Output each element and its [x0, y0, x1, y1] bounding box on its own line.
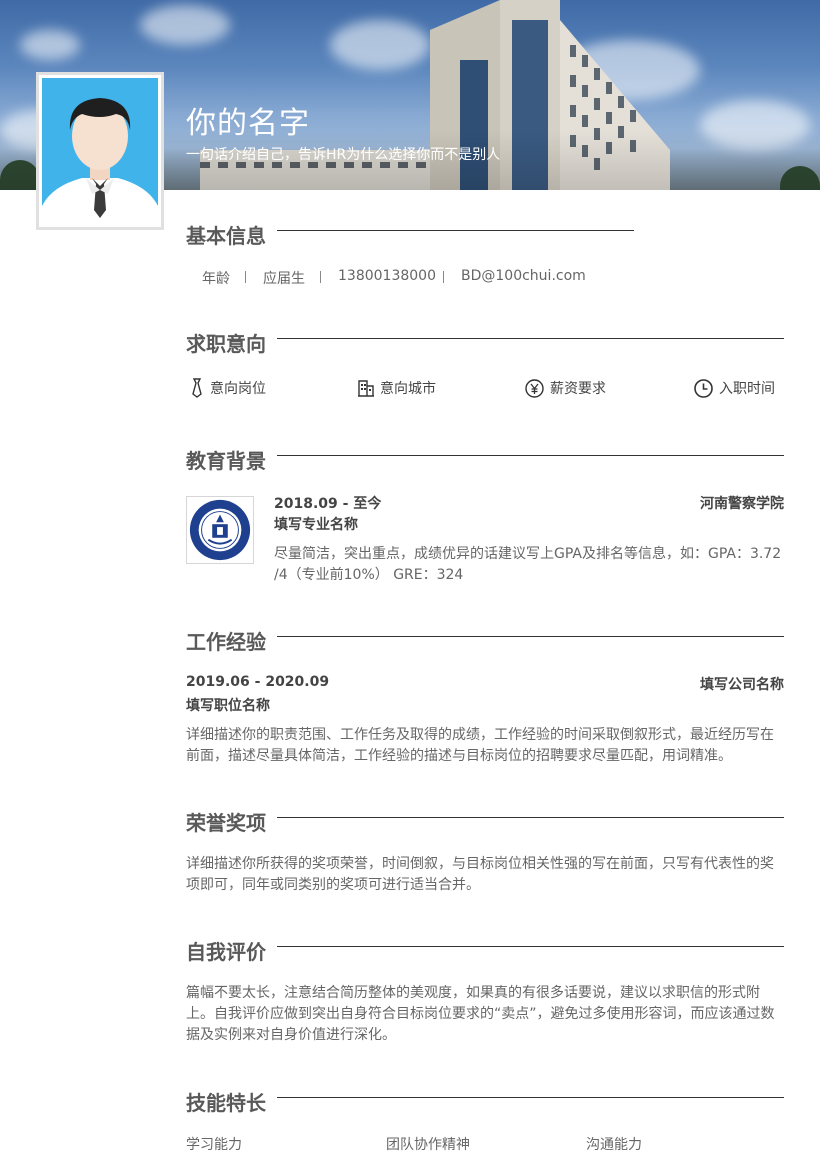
- info-email: BD@100chui.com: [461, 268, 586, 284]
- cloud: [330, 20, 430, 70]
- skill-item: 沟通能力: [586, 1137, 642, 1153]
- self-evaluation-description: 篇幅不要太长，注意结合简历整体的美观度，如果真的有很多话要说，建议以求职信的形式…: [186, 985, 775, 1043]
- separator: [245, 271, 246, 283]
- section-divider: [277, 817, 784, 818]
- building-icon: [358, 380, 374, 397]
- separator: [443, 271, 444, 283]
- intent-salary-label: 薪资要求: [550, 381, 606, 397]
- section-divider: [277, 455, 784, 456]
- work-period: 2019.06 - 2020.09: [186, 674, 330, 690]
- clock-icon: [694, 378, 713, 398]
- intent-city-label: 意向城市: [380, 381, 436, 397]
- section-title-self-evaluation: 自我评价: [186, 940, 266, 964]
- tagline: 一句话介绍自己，告诉HR为什么选择你而不是别人: [186, 147, 501, 163]
- cloud: [140, 5, 230, 45]
- education-description: 尽量简洁，突出重点，成绩优异的话建议写上GPA及排名等信息，如：GPA：3.72…: [274, 546, 782, 583]
- section-title-basic-info: 基本信息: [186, 224, 266, 248]
- person-icon: [42, 78, 158, 224]
- education-school: 河南警察学院: [700, 496, 784, 512]
- avatar-image: [42, 78, 158, 224]
- section-title-education: 教育背景: [186, 449, 266, 473]
- work-company: 填写公司名称: [700, 677, 784, 693]
- candidate-name: 你的名字: [186, 106, 310, 141]
- section-divider: [277, 946, 784, 947]
- info-phone: 13800138000: [338, 268, 436, 284]
- education-period: 2018.09 - 至今: [274, 496, 382, 512]
- section-title-job-intent: 求职意向: [186, 332, 266, 356]
- section-divider: [277, 230, 634, 231]
- intent-position-label: 意向岗位: [210, 381, 266, 397]
- work-description: 详细描述你的职责范围、工作任务及取得的成绩，工作经验的时间采取倒叙形式，最近经历…: [186, 727, 774, 764]
- section-divider: [277, 636, 784, 637]
- section-divider: [277, 338, 784, 339]
- intent-salary: 薪资要求: [525, 378, 606, 398]
- education-major: 填写专业名称: [274, 517, 358, 533]
- info-age: 年龄: [202, 271, 230, 287]
- school-seal-icon: [189, 499, 251, 561]
- section-title-skills: 技能特长: [186, 1091, 266, 1115]
- skill-item: 学习能力: [186, 1137, 242, 1153]
- work-position: 填写职位名称: [186, 698, 270, 714]
- yen-icon: [525, 378, 544, 398]
- cloud: [20, 30, 80, 60]
- info-status: 应届生: [263, 271, 305, 287]
- separator: [320, 271, 321, 283]
- school-logo: [186, 496, 254, 564]
- intent-start-date: 入职时间: [694, 378, 775, 398]
- intent-city: 意向城市: [358, 378, 436, 398]
- intent-start-date-label: 入职时间: [719, 381, 775, 397]
- intent-position: 意向岗位: [190, 378, 266, 398]
- skill-item: 团队协作精神: [386, 1137, 470, 1153]
- honors-description: 详细描述你所获得的奖项荣誉，时间倒叙，与目标岗位相关性强的写在前面，只写有代表性…: [186, 856, 774, 893]
- avatar: [36, 72, 164, 230]
- section-divider: [277, 1097, 784, 1098]
- section-title-honors: 荣誉奖项: [186, 811, 266, 835]
- section-title-work: 工作经验: [186, 630, 266, 654]
- tie-icon: [192, 378, 202, 398]
